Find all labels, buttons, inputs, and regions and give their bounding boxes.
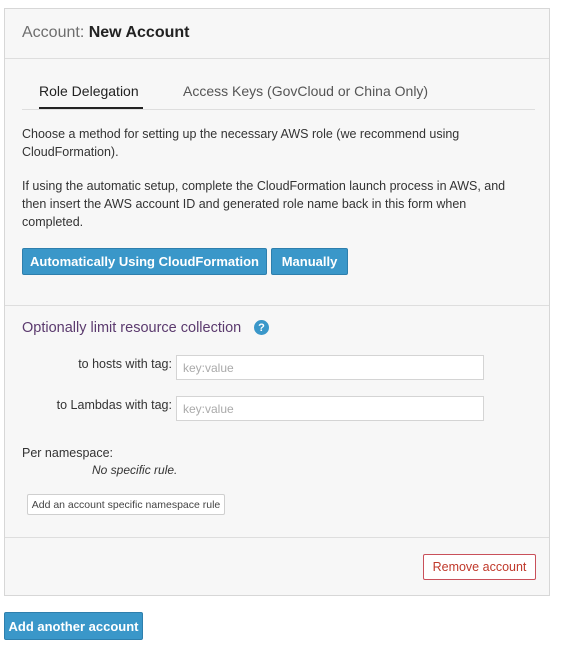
account-label: Account:	[22, 24, 85, 41]
per-namespace-label: Per namespace:	[22, 446, 114, 460]
hosts-tag-label: to hosts with tag:	[78, 357, 172, 371]
no-rule-text: No specific rule.	[92, 463, 178, 477]
lambdas-tag-label: to Lambdas with tag:	[56, 398, 172, 412]
footer-divider	[5, 537, 549, 538]
account-panel: Account: New Account Role Delegation Acc…	[4, 8, 550, 596]
limit-section-title: Optionally limit resource collection	[22, 320, 242, 336]
instruction-text-1: Choose a method for setting up the neces…	[22, 127, 460, 159]
panel-header: Account: New Account	[5, 9, 549, 59]
section-divider	[5, 305, 549, 306]
remove-account-button[interactable]: Remove account	[423, 554, 536, 580]
add-namespace-rule-button[interactable]: Add an account specific namespace rule	[27, 494, 225, 515]
add-account-button[interactable]: Add another account	[4, 612, 143, 640]
instruction-text-2: If using the automatic setup, complete t…	[22, 179, 506, 229]
account-name: New Account	[88, 24, 190, 41]
manual-button[interactable]: Manually	[271, 248, 348, 275]
lambdas-tag-input[interactable]	[176, 396, 484, 421]
tab-access-keys[interactable]: Access Keys (GovCloud or China Only)	[183, 83, 428, 109]
tab-bar: Role Delegation Access Keys (GovCloud or…	[22, 80, 535, 110]
tab-role-delegation[interactable]: Role Delegation	[39, 83, 143, 109]
help-icon[interactable]: ?	[254, 320, 269, 335]
cloudformation-button[interactable]: Automatically Using CloudFormation	[22, 248, 267, 275]
hosts-tag-input[interactable]	[176, 355, 484, 380]
